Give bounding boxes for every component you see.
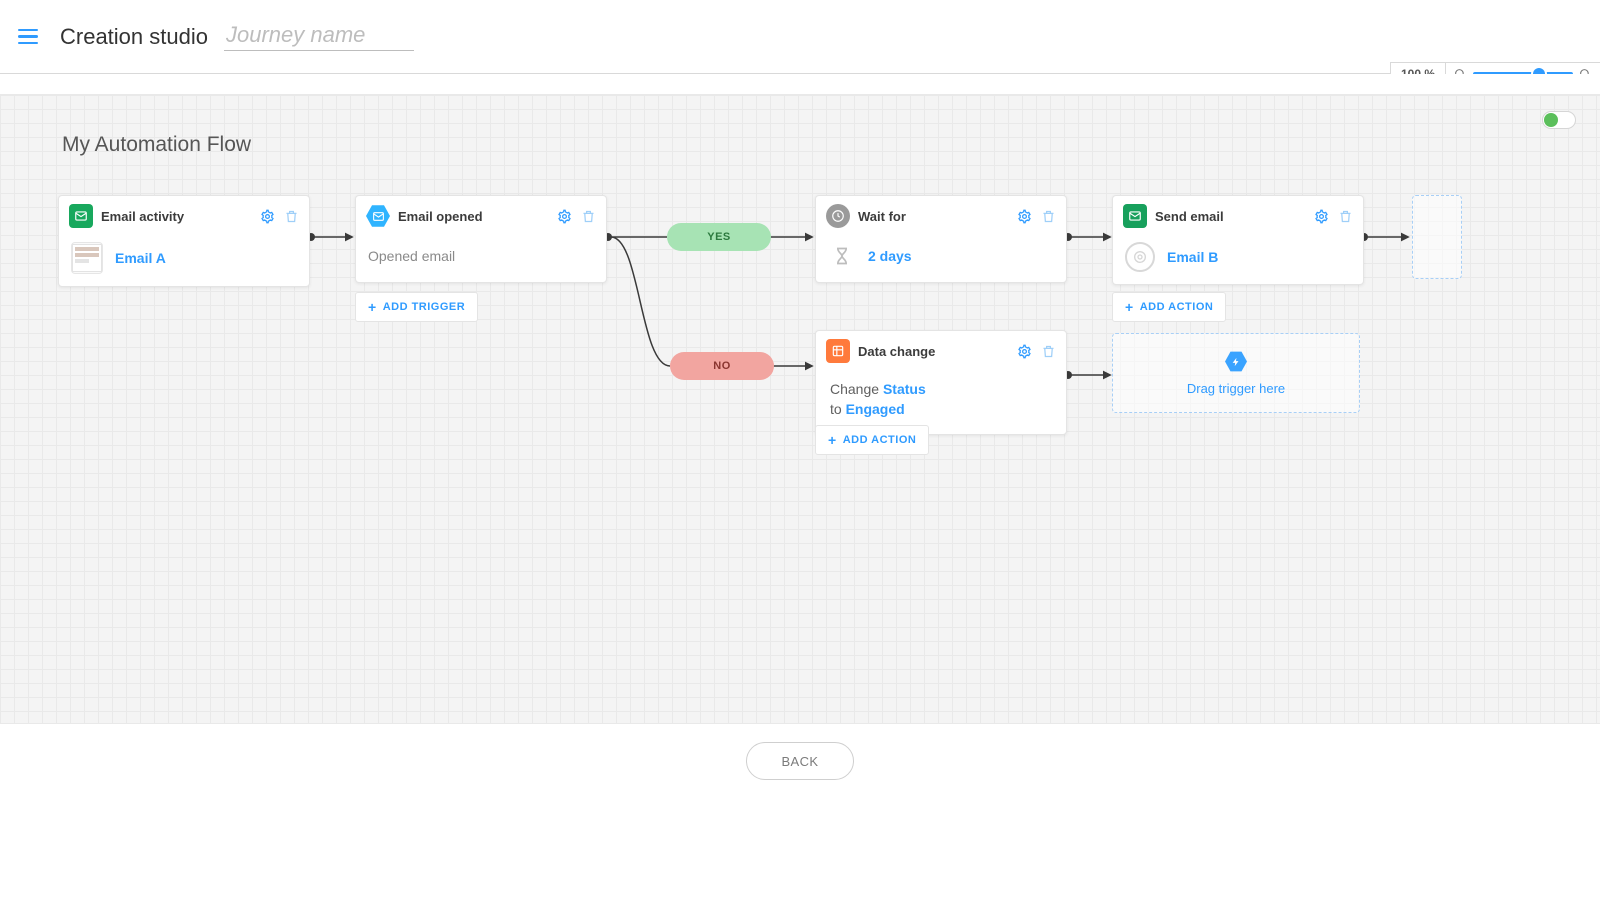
node-title: Wait for [858, 209, 1008, 224]
node-send-email[interactable]: Send email Email B [1112, 195, 1364, 285]
connector-layer [0, 95, 1600, 725]
node-value[interactable]: Email A [115, 250, 166, 266]
decision-no[interactable]: NO [670, 352, 774, 380]
canvas-toggle[interactable] [1542, 111, 1576, 129]
node-title: Email activity [101, 209, 251, 224]
add-action-button-bottom[interactable]: + ADD ACTION [815, 425, 929, 455]
mail-send-icon [1123, 204, 1147, 228]
trash-icon[interactable] [1040, 208, 1056, 224]
add-action-label: ADD ACTION [1140, 301, 1214, 313]
mail-open-icon [366, 204, 390, 228]
add-trigger-label: ADD TRIGGER [383, 301, 466, 313]
dropzone-right-edge[interactable] [1412, 195, 1462, 279]
mail-icon [69, 204, 93, 228]
node-value[interactable]: Email B [1167, 249, 1218, 265]
decision-yes[interactable]: YES [667, 223, 771, 251]
app-title: Creation studio [60, 24, 208, 50]
node-title: Data change [858, 344, 1008, 359]
gear-icon[interactable] [1016, 343, 1032, 359]
canvas-outer: My Automation Flow [0, 74, 1600, 818]
gear-icon[interactable] [259, 208, 275, 224]
plus-icon: + [828, 432, 837, 448]
trash-icon[interactable] [283, 208, 299, 224]
email-thumbnail [71, 242, 103, 274]
node-data-change[interactable]: Data change Change Status to Engaged [815, 330, 1067, 435]
node-value[interactable]: 2 days [868, 248, 912, 264]
clock-icon [826, 204, 850, 228]
gear-icon[interactable] [1016, 208, 1032, 224]
journey-name-input[interactable] [224, 22, 414, 51]
dropzone-label: Drag trigger here [1187, 381, 1285, 396]
gear-icon[interactable] [556, 208, 572, 224]
plus-icon: + [1125, 299, 1134, 315]
flow-title: My Automation Flow [62, 133, 251, 157]
menu-hamburger-icon[interactable] [18, 29, 38, 45]
node-email-opened[interactable]: Email opened Opened email [355, 195, 607, 283]
flow-canvas[interactable]: My Automation Flow [0, 94, 1600, 724]
gear-icon[interactable] [1313, 208, 1329, 224]
hourglass-icon [828, 242, 856, 270]
node-wait-for[interactable]: Wait for 2 days [815, 195, 1067, 283]
table-icon [826, 339, 850, 363]
trash-icon[interactable] [580, 208, 596, 224]
dropzone-trigger[interactable]: Drag trigger here [1112, 333, 1360, 413]
add-trigger-button[interactable]: + ADD TRIGGER [355, 292, 478, 322]
add-action-label: ADD ACTION [843, 434, 917, 446]
trash-icon[interactable] [1337, 208, 1353, 224]
data-change-text: Change Status to Engaged [830, 379, 926, 420]
add-action-button-top[interactable]: + ADD ACTION [1112, 292, 1226, 322]
plus-icon: + [368, 299, 377, 315]
back-button[interactable]: BACK [746, 742, 854, 780]
node-title: Send email [1155, 209, 1305, 224]
node-email-activity[interactable]: Email activity Email A [58, 195, 310, 287]
trash-icon[interactable] [1040, 343, 1056, 359]
header-bar: Creation studio 100 % [0, 0, 1600, 74]
target-icon [1125, 242, 1155, 272]
node-title: Email opened [398, 209, 548, 224]
bolt-hex-icon [1225, 351, 1247, 373]
node-value: Opened email [368, 248, 455, 264]
